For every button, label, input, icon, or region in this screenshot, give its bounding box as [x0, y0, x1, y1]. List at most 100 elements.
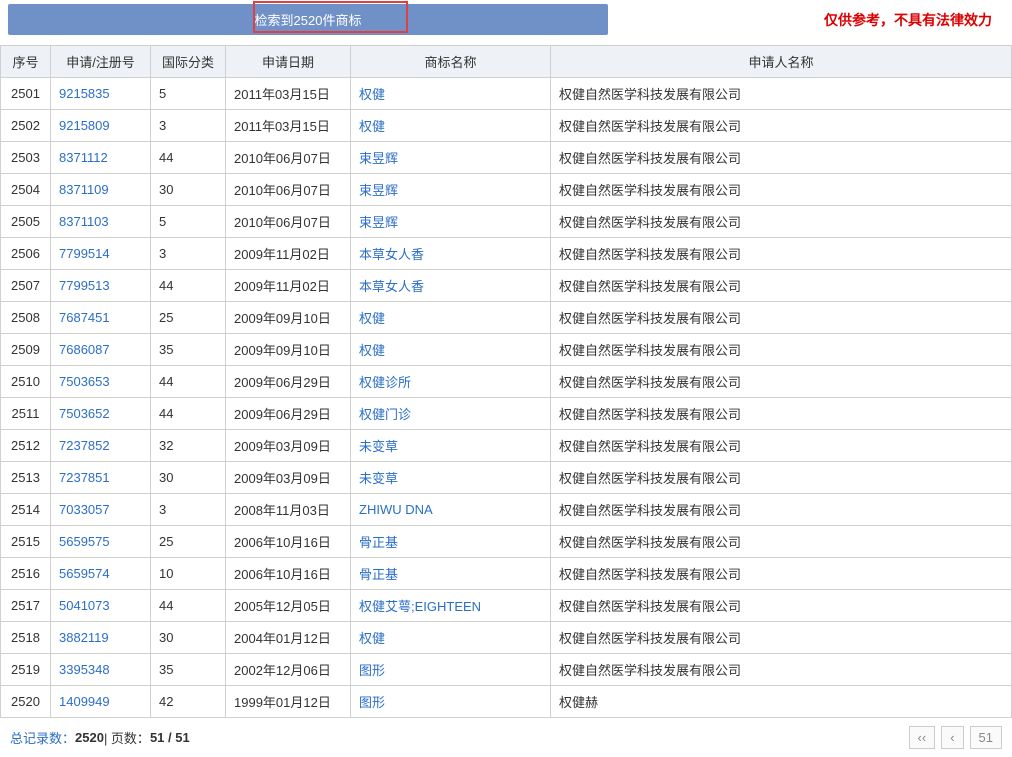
cell-tmname: 束昱辉: [351, 174, 551, 206]
cell-applicant: 权健自然医学科技发展有限公司: [551, 366, 1012, 398]
cell-seq: 2517: [1, 590, 51, 622]
cell-date: 2009年03月09日: [226, 430, 351, 462]
cell-applicant: 权健自然医学科技发展有限公司: [551, 622, 1012, 654]
tmname-link[interactable]: 图形: [359, 663, 385, 678]
tmname-link[interactable]: 本草女人香: [359, 247, 424, 262]
regno-link[interactable]: 7503653: [59, 374, 110, 389]
tmname-link[interactable]: 权健: [359, 311, 385, 326]
tmname-link[interactable]: 权健: [359, 119, 385, 134]
cell-date: 2006年10月16日: [226, 558, 351, 590]
cell-seq: 2501: [1, 78, 51, 110]
cell-seq: 2518: [1, 622, 51, 654]
regno-link[interactable]: 1409949: [59, 694, 110, 709]
table-row: 25193395348352002年12月06日图形权健自然医学科技发展有限公司: [1, 654, 1012, 686]
cell-seq: 2512: [1, 430, 51, 462]
regno-link[interactable]: 5659575: [59, 534, 110, 549]
table-row: 25137237851302009年03月09日未变草权健自然医学科技发展有限公…: [1, 462, 1012, 494]
tmname-link[interactable]: 权健: [359, 343, 385, 358]
tmname-link[interactable]: 未变草: [359, 471, 398, 486]
regno-link[interactable]: 5041073: [59, 598, 110, 613]
cell-class: 30: [151, 622, 226, 654]
table-row: 25087687451252009年09月10日权健权健自然医学科技发展有限公司: [1, 302, 1012, 334]
table-row: 2518 3882119 302004年01月12日权健 权健自然医学科技发展有限公司: [1, 622, 1012, 654]
cell-regno: 7687451: [51, 302, 151, 334]
regno-link[interactable]: 7237851: [59, 470, 110, 485]
regno-link[interactable]: 7799514: [59, 246, 110, 261]
cell-regno: 7686087: [51, 334, 151, 366]
cell-class: 30: [151, 462, 226, 494]
cell-seq: 2510: [1, 366, 51, 398]
cell-tmname: 本草女人香: [351, 270, 551, 302]
tmname-link[interactable]: 束昱辉: [359, 183, 398, 198]
table-row: 25201409949421999年01月12日图形权健赫: [1, 686, 1012, 718]
table-row: 2506779951432009年11月02日本草女人香权健自然医学科技发展有限…: [1, 238, 1012, 270]
col-applicant: 申请人名称: [551, 46, 1012, 78]
tmname-link[interactable]: 骨正基: [359, 567, 398, 582]
cell-seq: 2513: [1, 462, 51, 494]
cell-applicant: 权健自然医学科技发展有限公司: [551, 270, 1012, 302]
cell-applicant: 权健自然医学科技发展有限公司: [551, 494, 1012, 526]
tmname-link[interactable]: 权健: [359, 631, 385, 646]
regno-link[interactable]: 8371109: [59, 182, 109, 197]
cell-class: 25: [151, 526, 226, 558]
regno-link[interactable]: 7503652: [59, 406, 110, 421]
regno-link[interactable]: 7686087: [59, 342, 110, 357]
pager-last-button[interactable]: 51: [970, 726, 1002, 749]
pager-first-button[interactable]: ‹‹: [909, 726, 936, 749]
cell-date: 2009年06月29日: [226, 398, 351, 430]
pager-prev-button[interactable]: ‹: [941, 726, 963, 749]
cell-tmname: 骨正基: [351, 558, 551, 590]
col-seq: 序号: [1, 46, 51, 78]
regno-link[interactable]: 8371112: [59, 150, 108, 165]
cell-date: 2005年12月05日: [226, 590, 351, 622]
regno-link[interactable]: 8371103: [59, 214, 109, 229]
tmname-link[interactable]: 权健门诊: [359, 407, 411, 422]
cell-class: 10: [151, 558, 226, 590]
regno-link[interactable]: 3882119: [59, 630, 109, 645]
cell-tmname: ZHIWU DNA: [351, 494, 551, 526]
cell-regno: 9215835: [51, 78, 151, 110]
regno-link[interactable]: 5659574: [59, 566, 110, 581]
cell-applicant: 权健自然医学科技发展有限公司: [551, 238, 1012, 270]
cell-class: 5: [151, 206, 226, 238]
cell-tmname: 权健: [351, 78, 551, 110]
tmname-link[interactable]: 未变草: [359, 439, 398, 454]
cell-applicant: 权健自然医学科技发展有限公司: [551, 430, 1012, 462]
regno-link[interactable]: 9215835: [59, 86, 110, 101]
cell-class: 44: [151, 398, 226, 430]
tmname-link[interactable]: 权健: [359, 87, 385, 102]
cell-seq: 2509: [1, 334, 51, 366]
table-row: 25155659575252006年10月16日骨正基权健自然医学科技发展有限公…: [1, 526, 1012, 558]
tmname-link[interactable]: 本草女人香: [359, 279, 424, 294]
tmname-link[interactable]: 图形: [359, 695, 385, 710]
tmname-link[interactable]: 权健诊所: [359, 375, 411, 390]
tmname-link[interactable]: 骨正基: [359, 535, 398, 550]
table-row: 25117503652442009年06月29日权健门诊权健自然医学科技发展有限…: [1, 398, 1012, 430]
tmname-link[interactable]: 束昱辉: [359, 215, 398, 230]
cell-regno: 7799514: [51, 238, 151, 270]
cell-class: 44: [151, 590, 226, 622]
cell-date: 2009年09月10日: [226, 334, 351, 366]
tmname-link[interactable]: 束昱辉: [359, 151, 398, 166]
cell-regno: 7503653: [51, 366, 151, 398]
regno-link[interactable]: 7237852: [59, 438, 110, 453]
regno-link[interactable]: 3395348: [59, 662, 110, 677]
cell-tmname: 权健: [351, 110, 551, 142]
cell-date: 1999年01月12日: [226, 686, 351, 718]
cell-seq: 2505: [1, 206, 51, 238]
cell-date: 2004年01月12日: [226, 622, 351, 654]
regno-link[interactable]: 9215809: [59, 118, 110, 133]
cell-applicant: 权健自然医学科技发展有限公司: [551, 462, 1012, 494]
tmname-link[interactable]: ZHIWU DNA: [359, 502, 433, 517]
cell-date: 2010年06月07日: [226, 174, 351, 206]
cell-tmname: 图形: [351, 686, 551, 718]
cell-regno: 7237851: [51, 462, 151, 494]
cell-seq: 2504: [1, 174, 51, 206]
regno-link[interactable]: 7033057: [59, 502, 110, 517]
regno-link[interactable]: 7799513: [59, 278, 110, 293]
table-row: 2502921580932011年03月15日权健权健自然医学科技发展有限公司: [1, 110, 1012, 142]
cell-regno: 7799513: [51, 270, 151, 302]
regno-link[interactable]: 7687451: [59, 310, 110, 325]
tmname-link[interactable]: 权健艾萼;EIGHTEEN: [359, 599, 481, 614]
cell-applicant: 权健自然医学科技发展有限公司: [551, 334, 1012, 366]
